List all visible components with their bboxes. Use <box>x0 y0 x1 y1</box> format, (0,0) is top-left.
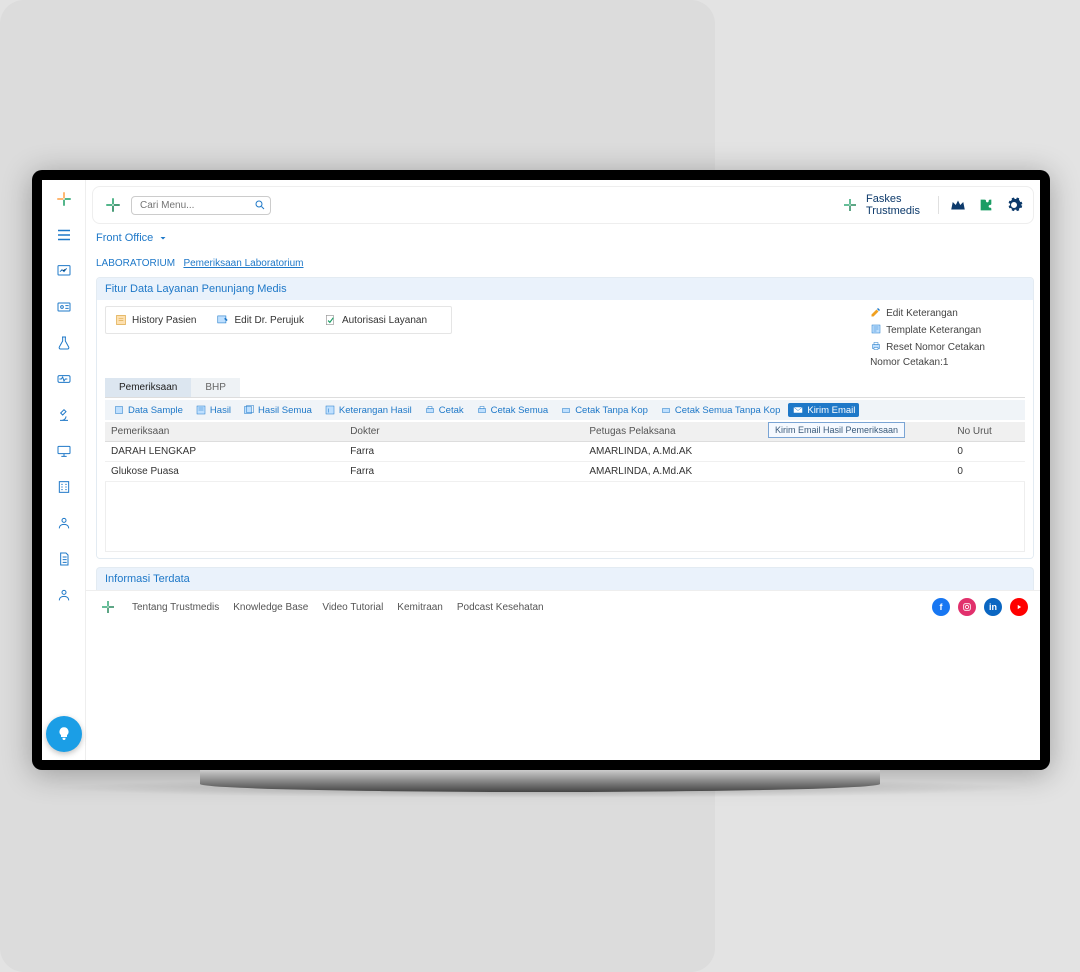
main-content: Faskes Trustmedis <box>86 180 1040 760</box>
email-icon <box>792 404 804 416</box>
topbar: Faskes Trustmedis <box>92 186 1034 224</box>
svg-text:i: i <box>328 409 329 415</box>
template-icon <box>870 323 882 338</box>
tbtn-cetak[interactable]: Cetak <box>420 403 468 417</box>
panel-informasi-title: Informasi Terdata <box>96 567 1034 590</box>
footer: Tentang Trustmedis Knowledge Base Video … <box>86 590 1040 623</box>
footer-link-tentang[interactable]: Tentang Trustmedis <box>132 602 219 613</box>
tbtn-cetak-semua[interactable]: Cetak Semua <box>472 403 553 417</box>
tbtn-hasil[interactable]: Hasil <box>191 403 235 417</box>
monitor-stand <box>200 770 880 792</box>
printer-icon <box>870 340 882 355</box>
table-row[interactable]: DARAH LENGKAP Farra AMARLINDA, A.Md.AK 0 <box>105 442 1025 462</box>
result-icon <box>195 404 207 416</box>
search-icon[interactable] <box>254 199 266 211</box>
youtube-icon[interactable] <box>1010 598 1028 616</box>
btn-autorisasi[interactable]: Autorisasi Layanan <box>324 313 427 327</box>
user2-icon[interactable] <box>53 584 75 606</box>
tab-bhp[interactable]: BHP <box>191 378 240 397</box>
table-empty-space <box>105 482 1025 552</box>
breadcrumb: LABORATORIUM Pemeriksaan Laboratorium <box>96 258 1030 269</box>
flask-icon[interactable] <box>53 332 75 354</box>
monitor-icon[interactable] <box>53 440 75 462</box>
microscope-icon[interactable] <box>53 404 75 426</box>
search-input[interactable] <box>131 196 271 215</box>
print-icon <box>424 404 436 416</box>
btn-edit-perujuk[interactable]: Edit Dr. Perujuk <box>216 313 303 327</box>
gear-icon[interactable] <box>1005 196 1023 214</box>
app-screen: Faskes Trustmedis <box>42 180 1040 760</box>
footer-link-kb[interactable]: Knowledge Base <box>233 602 308 613</box>
brand-logo <box>103 195 123 215</box>
tbtn-keterangan-hasil[interactable]: iKeterangan Hasil <box>320 403 416 417</box>
sample-icon <box>113 404 125 416</box>
th-no-urut[interactable]: No Urut <box>951 422 1025 442</box>
tooltip-kirim-email: Kirim Email Hasil Pemeriksaan <box>768 422 905 438</box>
nomor-cetakan: Nomor Cetakan:1 <box>870 357 985 368</box>
table-row[interactable]: Glukose Puasa Farra AMARLINDA, A.Md.AK 0 <box>105 462 1025 482</box>
user-icon[interactable] <box>53 512 75 534</box>
th-dokter[interactable]: Dokter <box>344 422 583 442</box>
tbtn-cetak-semua-tanpa-kop[interactable]: Cetak Semua Tanpa Kop <box>656 403 784 417</box>
lightbulb-fab[interactable] <box>46 716 82 752</box>
faskes-logo-icon <box>840 195 860 215</box>
btn-reset-cetakan[interactable]: Reset Nomor Cetakan <box>870 340 985 355</box>
edit-icon <box>216 313 230 327</box>
tbtn-cetak-tanpa-kop[interactable]: Cetak Tanpa Kop <box>556 403 652 417</box>
document-icon[interactable] <box>53 548 75 570</box>
print-all-icon <box>476 404 488 416</box>
heartbeat-icon[interactable] <box>53 368 75 390</box>
breadcrumb-section[interactable]: LABORATORIUM <box>96 258 175 269</box>
toolbar: Data Sample Hasil Hasil Semua iKeteranga… <box>105 400 1025 420</box>
print-nokop-icon <box>560 404 572 416</box>
pencil-icon <box>870 306 882 321</box>
sidebar <box>42 180 86 760</box>
panel-fitur: Fitur Data Layanan Penunjang Medis Histo… <box>96 277 1034 559</box>
dashboard-icon[interactable] <box>53 260 75 282</box>
faskes-line2: Trustmedis <box>866 205 920 217</box>
monitor-frame: Faskes Trustmedis <box>32 170 1050 770</box>
facebook-icon[interactable]: f <box>932 598 950 616</box>
tab-pemeriksaan[interactable]: Pemeriksaan <box>105 378 191 397</box>
btn-history-pasien[interactable]: History Pasien <box>114 313 196 327</box>
linkedin-icon[interactable]: in <box>984 598 1002 616</box>
tbtn-data-sample[interactable]: Data Sample <box>109 403 187 417</box>
check-doc-icon <box>324 313 338 327</box>
building-icon[interactable] <box>53 476 75 498</box>
faskes-label: Faskes Trustmedis <box>840 193 920 217</box>
footer-logo-icon <box>98 597 118 617</box>
crown-icon[interactable] <box>949 196 967 214</box>
th-pemeriksaan[interactable]: Pemeriksaan <box>105 422 344 442</box>
breadcrumb-page[interactable]: Pemeriksaan Laboratorium <box>183 258 303 269</box>
tbtn-kirim-email[interactable]: Kirim Email <box>788 403 859 417</box>
result-all-icon <box>243 404 255 416</box>
instagram-icon[interactable] <box>958 598 976 616</box>
info-icon: i <box>324 404 336 416</box>
brand-icon[interactable] <box>53 188 75 210</box>
footer-link-kemitraan[interactable]: Kemitraan <box>397 602 443 613</box>
id-card-icon[interactable] <box>53 296 75 318</box>
nav-front-office[interactable]: Front Office <box>96 232 1030 244</box>
faskes-line1: Faskes <box>866 193 920 205</box>
tbtn-hasil-semua[interactable]: Hasil Semua <box>239 403 316 417</box>
btn-template-keterangan[interactable]: Template Keterangan <box>870 323 985 338</box>
print-all-nokop-icon <box>660 404 672 416</box>
panel-title: Fitur Data Layanan Penunjang Medis <box>97 278 1033 300</box>
nav-front-office-label: Front Office <box>96 232 153 244</box>
puzzle-icon[interactable] <box>977 196 995 214</box>
card-icon <box>114 313 128 327</box>
chevron-down-icon <box>157 232 169 244</box>
btn-edit-keterangan[interactable]: Edit Keterangan <box>870 306 985 321</box>
hamburger-icon[interactable] <box>53 224 75 246</box>
footer-link-podcast[interactable]: Podcast Kesehatan <box>457 602 544 613</box>
search-box <box>131 196 271 215</box>
footer-link-video[interactable]: Video Tutorial <box>322 602 383 613</box>
